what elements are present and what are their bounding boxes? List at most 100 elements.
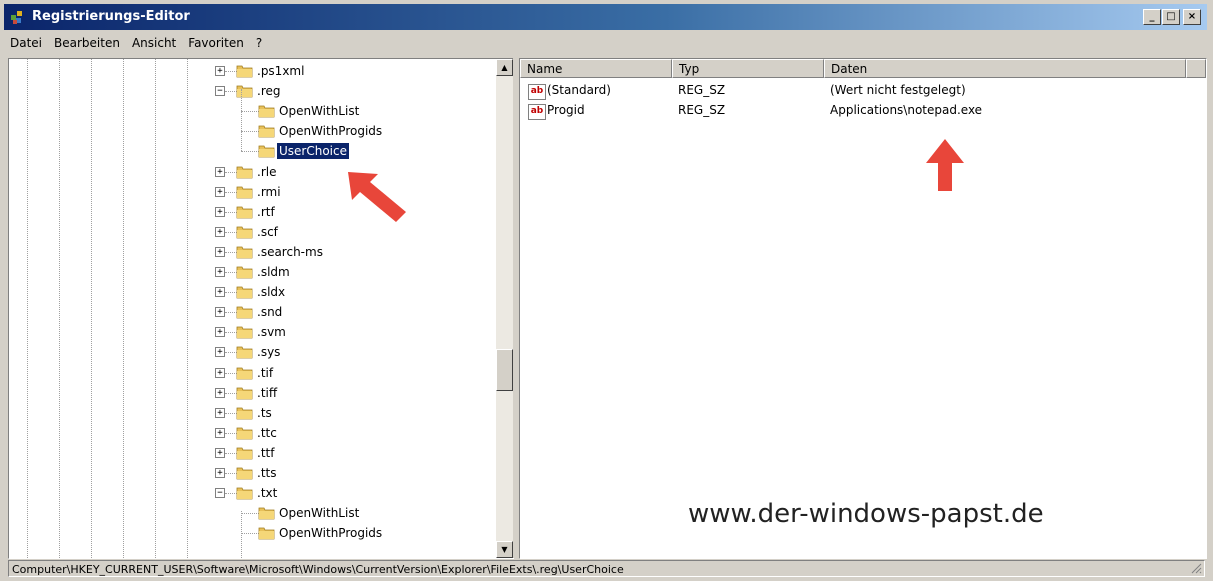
tree-node[interactable]: + .tif xyxy=(9,363,489,383)
folder-icon xyxy=(236,186,253,198)
tree-node[interactable]: + .ttf xyxy=(9,443,489,463)
column-header-data[interactable]: Daten xyxy=(824,59,1186,78)
string-value-icon: ab xyxy=(528,104,546,120)
folder-icon xyxy=(236,166,253,178)
close-button[interactable]: × xyxy=(1183,9,1201,25)
expand-icon[interactable]: + xyxy=(215,267,225,277)
tree-node[interactable]: + .search-ms xyxy=(9,242,489,262)
expand-icon[interactable]: + xyxy=(215,407,225,418)
title-bar[interactable]: Registrierungs-Editor _ □ × xyxy=(4,4,1207,30)
tree-node[interactable]: OpenWithList xyxy=(9,101,489,121)
status-bar: Computer\HKEY_CURRENT_USER\Software\Micr… xyxy=(8,560,1205,577)
tree-connector xyxy=(241,131,259,133)
tree-node[interactable]: OpenWithProgids xyxy=(9,121,489,141)
expand-icon[interactable]: + xyxy=(215,347,225,358)
column-header-name[interactable]: Name xyxy=(520,59,672,78)
scroll-down-arrow-icon[interactable]: ▼ xyxy=(496,541,513,558)
tree-node[interactable]: + .svm xyxy=(9,322,489,342)
tree-node-label: UserChoice xyxy=(276,142,350,161)
tree-node[interactable]: + .sldx xyxy=(9,282,489,302)
expand-icon[interactable]: + xyxy=(215,327,225,338)
menu-ansicht[interactable]: Ansicht xyxy=(126,36,182,50)
window-title: Registrierungs-Editor xyxy=(32,9,190,24)
folder-icon xyxy=(236,346,253,359)
watermark-text: www.der-windows-papst.de xyxy=(688,499,1044,529)
menu-datei[interactable]: Datei xyxy=(4,36,48,50)
value-type: REG_SZ xyxy=(678,103,726,117)
tree-node[interactable]: − .txt xyxy=(9,483,489,503)
expand-icon[interactable]: + xyxy=(215,367,225,378)
expand-icon[interactable]: + xyxy=(215,307,225,318)
expand-icon[interactable]: + xyxy=(215,427,225,438)
tree-node[interactable]: − .reg xyxy=(9,81,489,101)
menu-bar: Datei Bearbeiten Ansicht Favoriten ? xyxy=(4,32,1207,54)
tree-node[interactable]: + .ts xyxy=(9,403,489,423)
folder-icon xyxy=(236,266,253,279)
column-header-type[interactable]: Typ xyxy=(672,59,824,78)
tree-connector xyxy=(241,513,259,515)
menu-help[interactable]: ? xyxy=(250,36,268,50)
scroll-thumb[interactable] xyxy=(496,349,513,391)
tree-node[interactable]: + .scf xyxy=(9,222,489,242)
expand-icon[interactable]: + xyxy=(215,66,225,76)
tree-node-label: .sldm xyxy=(257,265,290,279)
status-path: Computer\HKEY_CURRENT_USER\Software\Micr… xyxy=(12,563,624,576)
value-name: Progid xyxy=(547,103,585,117)
annotation-arrow-diagonal-icon xyxy=(348,172,406,222)
tree-node[interactable]: + .rmi xyxy=(9,182,489,202)
expand-icon[interactable]: + xyxy=(215,166,225,177)
tree-node[interactable]: + .rtf xyxy=(9,202,489,222)
minimize-button[interactable]: _ xyxy=(1143,9,1161,25)
folder-icon xyxy=(236,65,253,78)
folder-icon xyxy=(236,367,253,379)
tree-node[interactable]: + .rle xyxy=(9,162,489,182)
annotation-arrow-up-icon xyxy=(926,139,964,191)
resize-grip-icon[interactable] xyxy=(1190,562,1202,574)
menu-favoriten[interactable]: Favoriten xyxy=(182,36,250,50)
registry-key-tree[interactable]: + .ps1xml − .reg OpenWithList OpenWithProgids… xyxy=(8,58,514,559)
pane-splitter[interactable] xyxy=(513,58,518,558)
tree-node[interactable]: UserChoice xyxy=(9,141,489,161)
collapse-icon[interactable]: − xyxy=(215,488,225,499)
tree-node-label: .ps1xml xyxy=(257,64,305,78)
tree-node[interactable]: + .tts xyxy=(9,463,489,483)
expand-icon[interactable]: + xyxy=(215,186,225,197)
tree-node-label: .ts xyxy=(257,405,272,420)
tree-node-label: .rtf xyxy=(257,204,275,219)
tree-node-label: .ttf xyxy=(257,445,275,460)
expand-icon[interactable]: + xyxy=(215,387,225,398)
expand-icon[interactable]: + xyxy=(215,246,225,257)
collapse-icon[interactable]: − xyxy=(215,86,225,97)
tree-node[interactable]: + .tiff xyxy=(9,383,489,403)
tree-node-label: .tts xyxy=(257,466,277,480)
maximize-button[interactable]: □ xyxy=(1162,9,1180,25)
tree-scrollbar[interactable]: ▲ ▼ xyxy=(496,59,513,558)
folder-icon xyxy=(236,487,253,500)
expand-icon[interactable]: + xyxy=(215,287,225,298)
expand-icon[interactable]: + xyxy=(215,226,225,237)
tree-node[interactable]: + .ttc xyxy=(9,423,489,443)
tree-node[interactable]: + .sys xyxy=(9,342,489,362)
tree-node[interactable]: + .sldm xyxy=(9,262,489,282)
expand-icon[interactable]: + xyxy=(215,206,225,217)
expand-icon[interactable]: + xyxy=(215,447,225,458)
tree-node-label: .ttc xyxy=(257,425,277,440)
folder-icon xyxy=(236,286,253,299)
tree-node[interactable]: OpenWithList xyxy=(9,503,489,523)
folder-icon xyxy=(258,105,275,118)
menu-bearbeiten[interactable]: Bearbeiten xyxy=(48,36,126,50)
tree-node[interactable]: + .ps1xml xyxy=(9,61,489,81)
value-row[interactable]: ab (Standard) REG_SZ (Wert nicht festgel… xyxy=(520,81,1180,101)
tree-node-label: OpenWithList xyxy=(279,506,360,521)
expand-icon[interactable]: + xyxy=(215,468,225,478)
folder-icon xyxy=(236,85,253,98)
values-list[interactable]: Name Typ Daten ab (Standard) REG_SZ (Wer… xyxy=(519,58,1207,559)
value-row[interactable]: ab Progid REG_SZ Applications\notepad.ex… xyxy=(520,101,1180,121)
tree-node-label: .tif xyxy=(257,365,274,380)
tree-node[interactable]: OpenWithProgids xyxy=(9,523,489,543)
folder-icon xyxy=(236,226,253,239)
scroll-up-arrow-icon[interactable]: ▲ xyxy=(496,59,513,76)
tree-node[interactable]: + .snd xyxy=(9,302,489,322)
tree-connector xyxy=(241,111,259,113)
tree-node-label: .rle xyxy=(257,164,277,179)
